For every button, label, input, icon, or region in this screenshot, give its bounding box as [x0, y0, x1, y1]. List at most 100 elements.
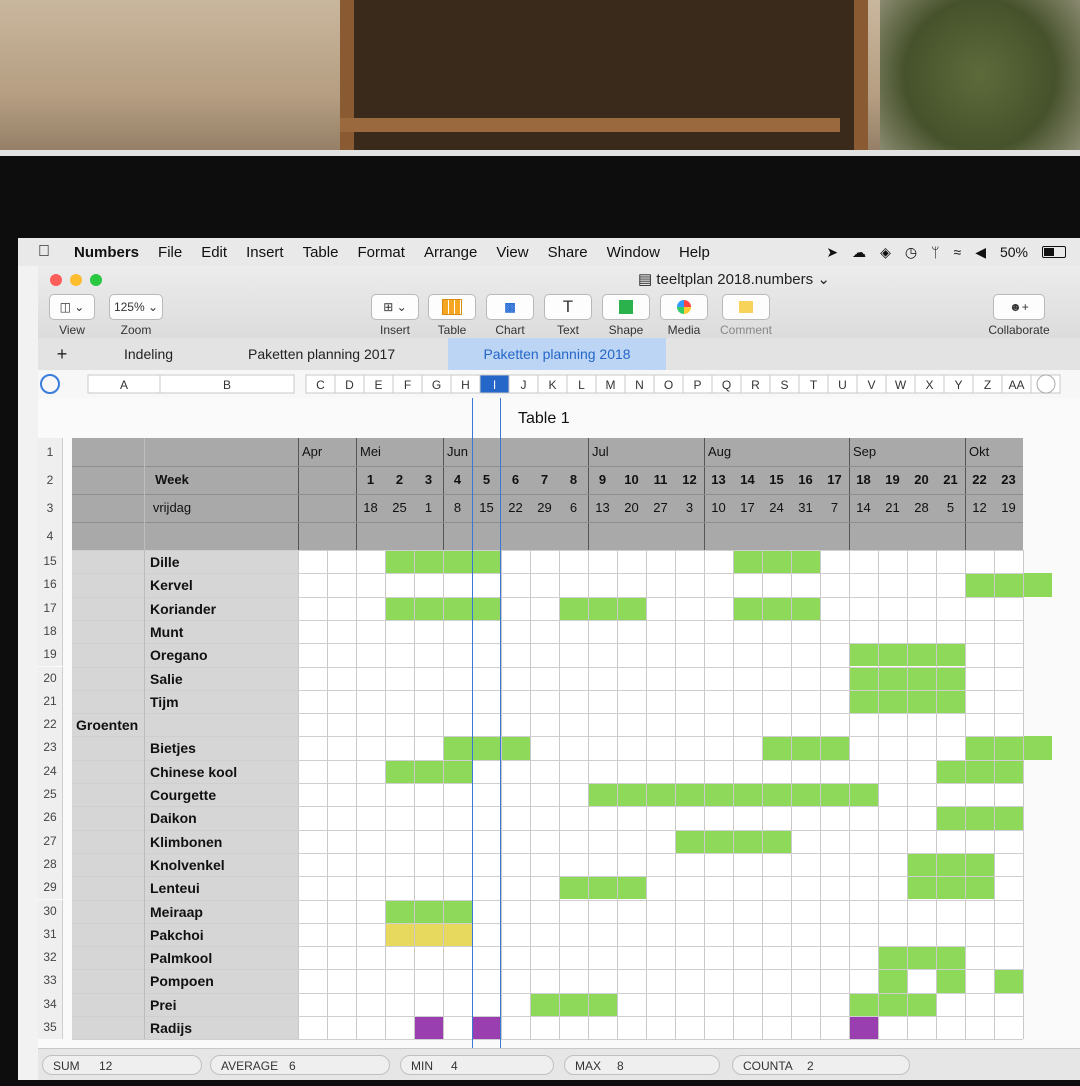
crop-label[interactable]: Pakchoi: [150, 927, 204, 943]
row-number[interactable]: 27: [38, 829, 63, 853]
wifi-icon[interactable]: ≈: [954, 244, 962, 260]
crop-label[interactable]: Salie: [150, 671, 183, 687]
evernote-icon[interactable]: ◈: [880, 244, 891, 261]
comment-button[interactable]: Comment: [718, 294, 774, 337]
stat-average[interactable]: AVERAGE 6: [210, 1055, 390, 1075]
planting-block[interactable]: [849, 992, 936, 1016]
planting-block[interactable]: [936, 806, 1023, 830]
planting-block[interactable]: [936, 969, 965, 993]
planting-block[interactable]: [385, 899, 472, 923]
menu-edit[interactable]: Edit: [201, 244, 227, 261]
crop-label[interactable]: Koriander: [150, 601, 216, 617]
planting-block[interactable]: [965, 736, 1052, 760]
volume-icon[interactable]: ◀: [975, 244, 986, 261]
freeze-columns-icon[interactable]: [1036, 374, 1056, 394]
menu-window[interactable]: Window: [607, 244, 660, 261]
row-number[interactable]: 24: [38, 759, 63, 783]
crop-label[interactable]: Dille: [150, 554, 180, 570]
menu-file[interactable]: File: [158, 244, 182, 261]
row-number[interactable]: 31: [38, 922, 63, 947]
zoom-button[interactable]: 125% ⌄ Zoom: [108, 294, 164, 337]
time-machine-icon[interactable]: ◷: [905, 244, 917, 261]
bluetooth-icon[interactable]: ᛘ: [931, 244, 939, 260]
row-number[interactable]: 35: [38, 1016, 63, 1040]
planting-block[interactable]: [878, 946, 965, 970]
row-number[interactable]: 15: [38, 550, 63, 574]
apple-icon[interactable]: : [38, 243, 60, 261]
row-number[interactable]: 18: [38, 619, 63, 644]
crop-label[interactable]: Knolvenkel: [150, 857, 225, 873]
crop-label[interactable]: Pompoen: [150, 973, 214, 989]
table-button[interactable]: Table: [428, 294, 476, 337]
table-title[interactable]: Table 1: [518, 410, 570, 428]
menu-table[interactable]: Table: [303, 244, 339, 261]
crop-label[interactable]: Bietjes: [150, 740, 196, 756]
close-window-icon[interactable]: [50, 274, 62, 286]
planting-block[interactable]: [559, 876, 646, 900]
row-number[interactable]: 32: [38, 946, 63, 970]
stat-min[interactable]: MIN 4: [400, 1055, 554, 1075]
row-number[interactable]: 29: [38, 876, 63, 900]
crop-label[interactable]: Palmkool: [150, 950, 212, 966]
planting-block[interactable]: [530, 992, 617, 1016]
tab-paketten-2018[interactable]: Paketten planning 2018: [448, 338, 666, 370]
tab-indeling[interactable]: Indeling: [124, 338, 224, 370]
planting-block[interactable]: [733, 550, 820, 574]
tab-paketten-2017[interactable]: Paketten planning 2017: [248, 338, 418, 370]
planting-block[interactable]: [385, 759, 472, 783]
planting-block[interactable]: [994, 969, 1023, 993]
row-number[interactable]: 26: [38, 806, 63, 830]
row-number[interactable]: 16: [38, 573, 63, 597]
add-sheet-icon[interactable]: +: [38, 338, 86, 370]
stat-sum[interactable]: SUM 12: [42, 1055, 202, 1075]
crop-label[interactable]: Courgette: [150, 787, 216, 803]
arrows-icon[interactable]: ➤: [826, 244, 838, 261]
menu-view[interactable]: View: [496, 244, 528, 261]
row-number[interactable]: 34: [38, 992, 63, 1016]
planting-block[interactable]: [762, 736, 849, 760]
crop-label[interactable]: Lenteui: [150, 880, 200, 896]
menu-insert[interactable]: Insert: [246, 244, 284, 261]
chevron-down-icon[interactable]: ⌄: [817, 271, 830, 288]
row-number[interactable]: 3: [38, 494, 63, 522]
planting-block[interactable]: [385, 922, 472, 947]
crop-label[interactable]: Kervel: [150, 577, 193, 593]
crop-label[interactable]: Oregano: [150, 647, 208, 663]
row-number[interactable]: 20: [38, 666, 63, 690]
row-number[interactable]: 4: [38, 522, 63, 550]
planting-block[interactable]: [965, 573, 1052, 597]
menu-format[interactable]: Format: [357, 244, 405, 261]
row-number[interactable]: 21: [38, 689, 63, 714]
text-button[interactable]: T Text: [544, 294, 592, 337]
collaborate-button[interactable]: ☻+ Collaborate: [984, 294, 1054, 337]
planting-block[interactable]: [878, 969, 907, 993]
crop-label[interactable]: Munt: [150, 624, 183, 640]
crop-label[interactable]: Prei: [150, 997, 176, 1013]
row-number[interactable]: 19: [38, 643, 63, 667]
crop-label[interactable]: Tijm: [150, 694, 179, 710]
menu-arrange[interactable]: Arrange: [424, 244, 477, 261]
planting-block[interactable]: [849, 1016, 878, 1040]
planting-block[interactable]: [936, 759, 1023, 783]
row-number[interactable]: 23: [38, 736, 63, 760]
row-number[interactable]: 28: [38, 852, 63, 877]
menu-share[interactable]: Share: [548, 244, 588, 261]
row-number[interactable]: 30: [38, 899, 63, 923]
selected-column-outline[interactable]: [472, 398, 501, 1048]
planting-block[interactable]: [559, 596, 646, 620]
row-number[interactable]: 1: [38, 438, 63, 466]
document-title[interactable]: ▤ teeltplan 2018.numbers ⌄: [638, 270, 830, 288]
stat-counta[interactable]: COUNTA 2: [732, 1055, 910, 1075]
minimize-window-icon[interactable]: [70, 274, 82, 286]
planting-block[interactable]: [414, 1016, 443, 1040]
menu-numbers[interactable]: Numbers: [74, 244, 139, 261]
row-number[interactable]: 2: [38, 466, 63, 494]
menu-help[interactable]: Help: [679, 244, 710, 261]
insert-button[interactable]: ⊞ ⌄ Insert: [370, 294, 420, 337]
select-all-icon[interactable]: [40, 374, 60, 394]
zoom-window-icon[interactable]: [90, 274, 102, 286]
view-button[interactable]: ◫ ⌄ View: [48, 294, 96, 337]
crop-label[interactable]: Klimbonen: [150, 834, 222, 850]
crop-label[interactable]: Daikon: [150, 810, 197, 826]
shape-button[interactable]: Shape: [602, 294, 650, 337]
